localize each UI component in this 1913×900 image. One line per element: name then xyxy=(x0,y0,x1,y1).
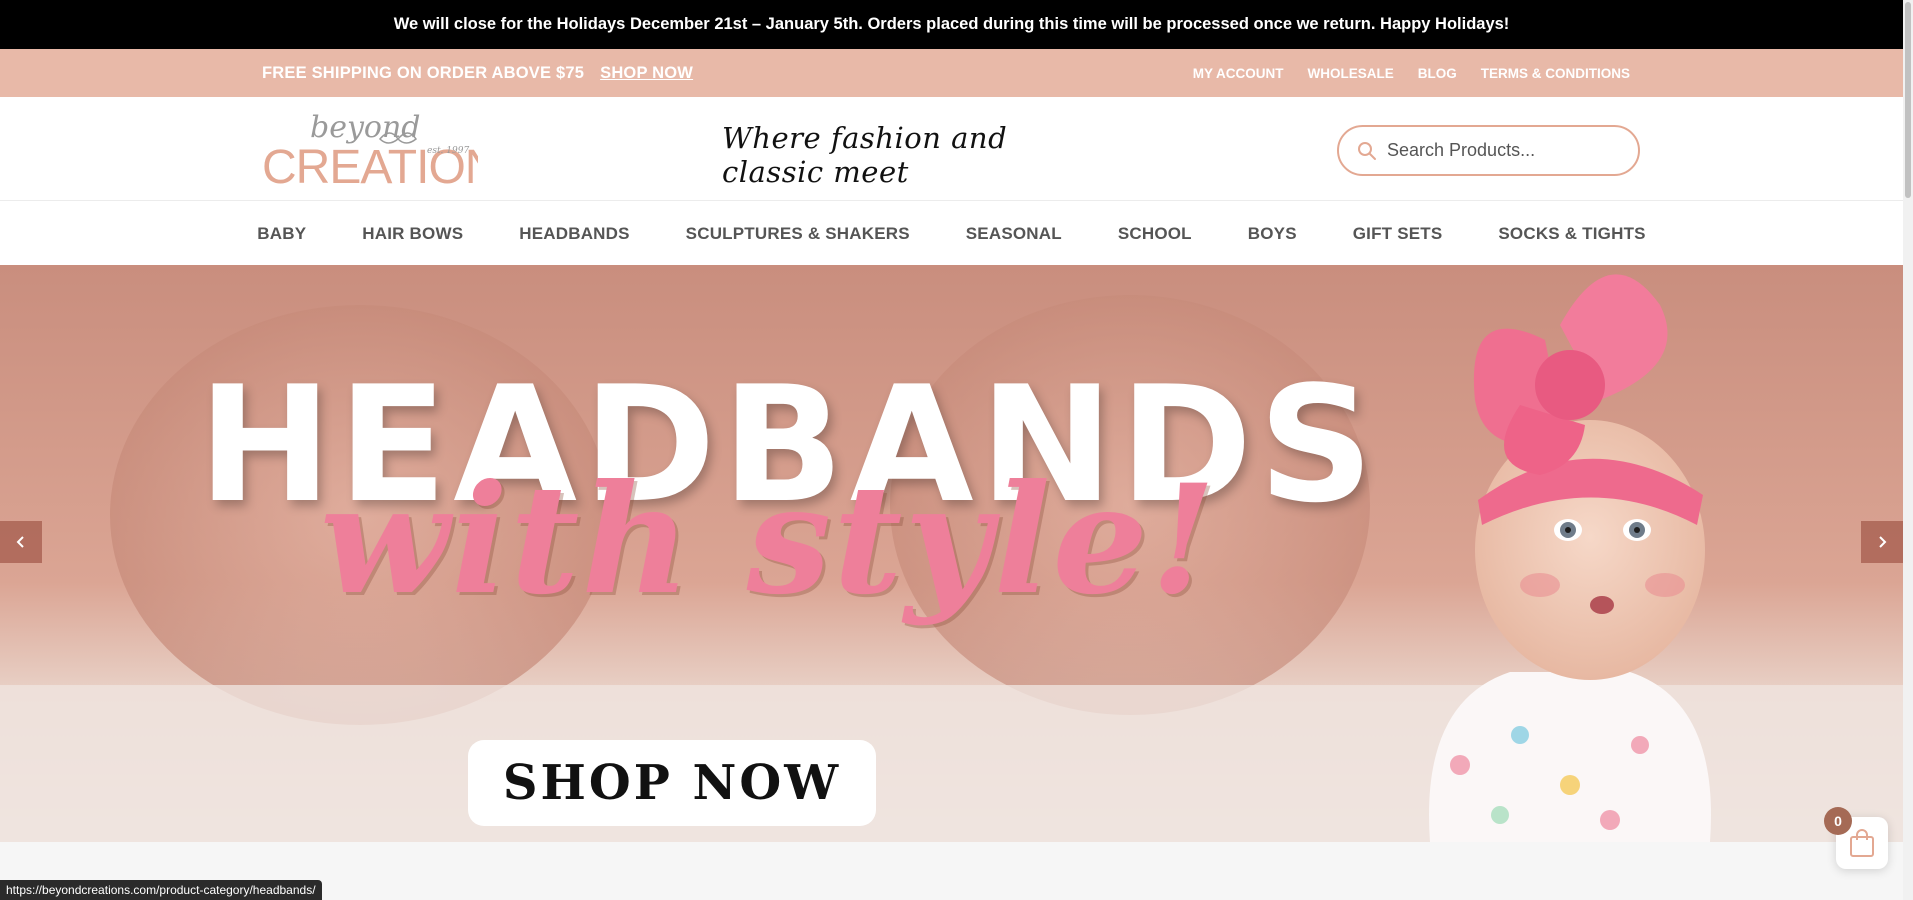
announcement-bar: We will close for the Holidays December … xyxy=(0,0,1903,49)
slider-next-button[interactable] xyxy=(1861,521,1903,563)
blog-link[interactable]: BLOG xyxy=(1418,66,1457,81)
my-account-link[interactable]: MY ACCOUNT xyxy=(1193,66,1284,81)
top-bar: FREE SHIPPING ON ORDER ABOVE $75 SHOP NO… xyxy=(0,49,1903,97)
chevron-right-icon xyxy=(1879,536,1887,548)
tagline: Where fashion and classic meet xyxy=(722,121,1008,189)
wholesale-link[interactable]: WHOLESALE xyxy=(1307,66,1393,81)
page-scrollbar[interactable] xyxy=(1903,0,1913,900)
hero-script-text: with style! xyxy=(320,452,1218,628)
nav-item-sculptures-shakers[interactable]: SCULPTURES & SHAKERS xyxy=(658,224,938,244)
hero-shop-now-button[interactable]: SHOP NOW xyxy=(468,740,876,826)
nav-item-headbands[interactable]: HEADBANDS xyxy=(491,224,657,244)
shipping-promo: FREE SHIPPING ON ORDER ABOVE $75 SHOP NO… xyxy=(262,49,693,97)
nav-item-gift-sets[interactable]: GIFT SETS xyxy=(1325,224,1471,244)
shopping-bag-icon xyxy=(1850,829,1874,857)
top-links: MY ACCOUNT WHOLESALE BLOG TERMS & CONDIT… xyxy=(1193,49,1630,97)
nav-item-school[interactable]: SCHOOL xyxy=(1090,224,1220,244)
logo-est-text: est. 1997 xyxy=(427,146,469,156)
site-logo[interactable]: beyond CREATIONS est. 1997 xyxy=(262,109,478,191)
search-box[interactable] xyxy=(1337,125,1640,176)
terms-link[interactable]: TERMS & CONDITIONS xyxy=(1481,66,1630,81)
search-input[interactable] xyxy=(1387,140,1627,161)
chevron-left-icon xyxy=(16,536,24,548)
site-header: beyond CREATIONS est. 1997 Where fashion… xyxy=(0,97,1903,201)
nav-item-hair-bows[interactable]: HAIR BOWS xyxy=(334,224,491,244)
status-bar-url: https://beyondcreations.com/product-cate… xyxy=(0,880,322,900)
hero-slider[interactable]: HEADBANDS with style! SHOP NOW xyxy=(0,265,1903,842)
nav-item-seasonal[interactable]: SEASONAL xyxy=(938,224,1090,244)
slider-prev-button[interactable] xyxy=(0,521,42,563)
logo-top-text: beyond xyxy=(310,110,421,145)
nav-item-baby[interactable]: BABY xyxy=(229,224,334,244)
main-nav: BABY HAIR BOWS HEADBANDS SCULPTURES & SH… xyxy=(0,202,1903,265)
cart-count-badge: 0 xyxy=(1824,807,1852,835)
shipping-text: FREE SHIPPING ON ORDER ABOVE $75 xyxy=(262,63,585,82)
nav-item-socks-tights[interactable]: SOCKS & TIGHTS xyxy=(1470,224,1673,244)
page: We will close for the Holidays December … xyxy=(0,0,1913,900)
search-icon[interactable] xyxy=(1357,141,1377,161)
scrollbar-thumb[interactable] xyxy=(1905,2,1911,198)
shop-now-link[interactable]: SHOP NOW xyxy=(600,64,693,83)
announcement-text: We will close for the Holidays December … xyxy=(393,15,1510,33)
nav-item-boys[interactable]: BOYS xyxy=(1220,224,1325,244)
